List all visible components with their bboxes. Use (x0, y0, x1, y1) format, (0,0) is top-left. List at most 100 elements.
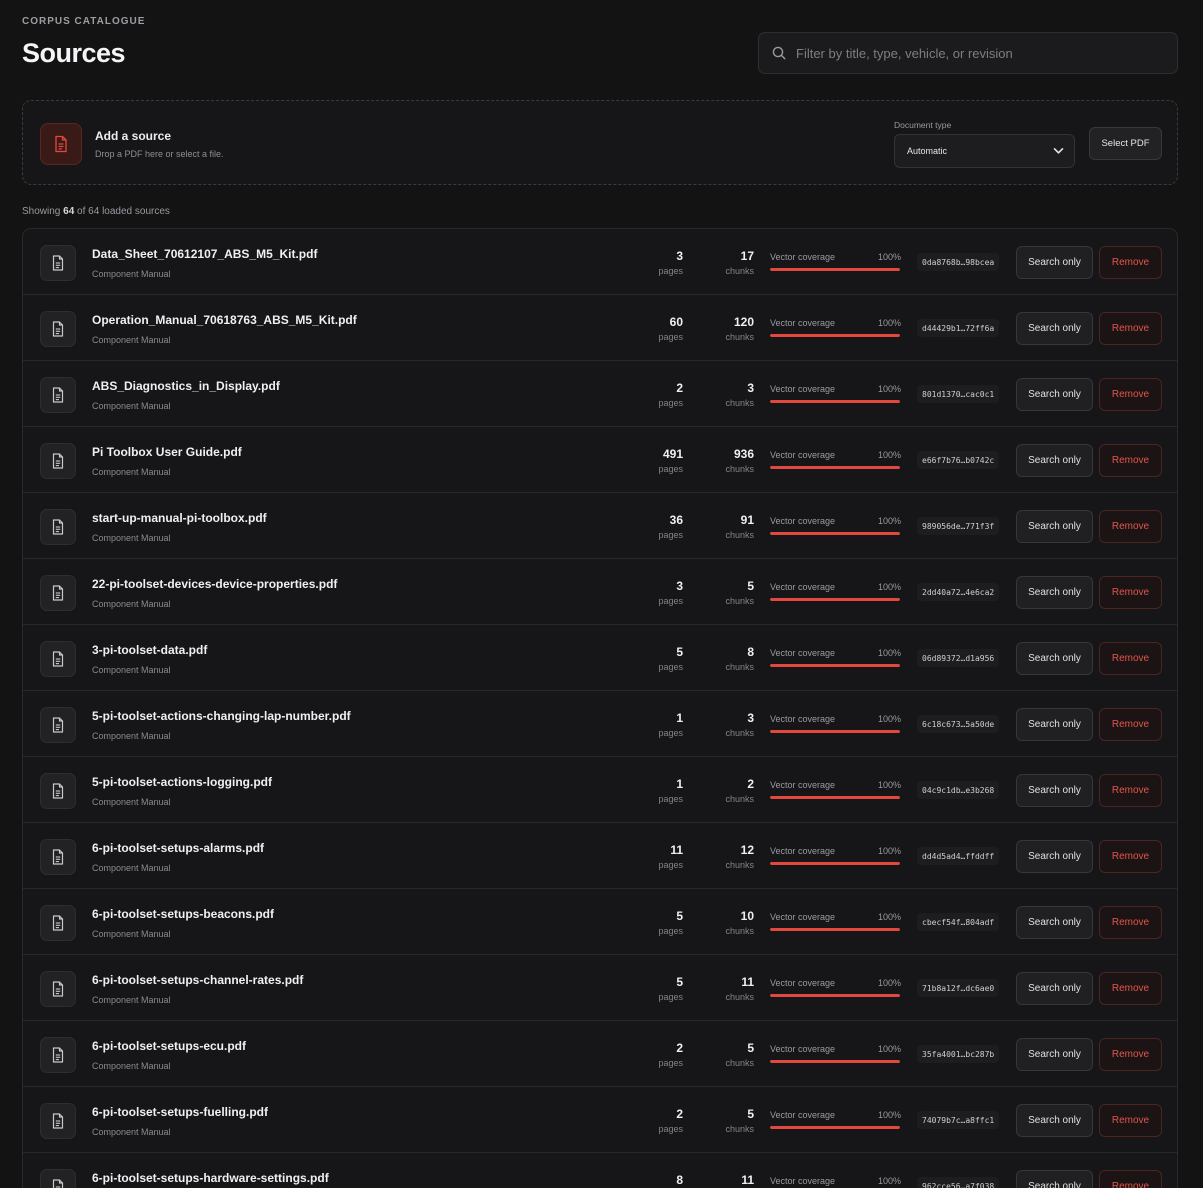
search-only-button[interactable]: Search only (1016, 708, 1093, 741)
vector-coverage-percent: 100% (878, 318, 902, 328)
vector-coverage-fill (770, 268, 900, 271)
document-icon (52, 651, 64, 667)
vector-coverage-fill (770, 1060, 900, 1063)
remove-button[interactable]: Remove (1099, 906, 1162, 939)
summary-middle: of (77, 206, 86, 217)
vector-coverage-bar (770, 928, 900, 931)
chunk-count-unit: chunks (725, 332, 754, 342)
remove-button[interactable]: Remove (1099, 444, 1162, 477)
search-only-button[interactable]: Search only (1016, 246, 1093, 279)
source-title: 6-pi-toolset-setups-alarms.pdf (92, 841, 265, 855)
document-icon (52, 1113, 64, 1129)
source-title: start-up-manual-pi-toolbox.pdf (92, 511, 267, 525)
chunk-count-value: 936 (733, 447, 754, 461)
vector-coverage-percent: 100% (878, 714, 902, 724)
chunk-count-unit: chunks (725, 398, 754, 408)
search-only-button[interactable]: Search only (1016, 972, 1093, 1005)
remove-button[interactable]: Remove (1099, 378, 1162, 411)
page-count: 60 pages (658, 315, 683, 342)
vector-coverage-percent: 100% (878, 648, 902, 658)
chunk-count-value: 8 (747, 645, 754, 659)
remove-button[interactable]: Remove (1099, 510, 1162, 543)
document-icon (52, 255, 64, 271)
source-row: Operation_Manual_70618763_ABS_M5_Kit.pdf… (23, 295, 1177, 361)
vector-coverage-fill (770, 532, 900, 535)
chunk-count-unit: chunks (725, 266, 754, 276)
source-row: 22-pi-toolset-devices-device-properties.… (23, 559, 1177, 625)
vector-coverage-bar (770, 1126, 900, 1129)
search-only-button[interactable]: Search only (1016, 312, 1093, 345)
search-only-button[interactable]: Search only (1016, 1038, 1093, 1071)
search-only-button[interactable]: Search only (1016, 510, 1093, 543)
vector-coverage-bar (770, 796, 900, 799)
source-title: 6-pi-toolset-setups-channel-rates.pdf (92, 973, 304, 987)
remove-button[interactable]: Remove (1099, 312, 1162, 345)
document-icon (52, 1047, 64, 1063)
source-title: 22-pi-toolset-devices-device-properties.… (92, 577, 338, 591)
chunk-count-unit: chunks (725, 860, 754, 870)
source-type: Component Manual (92, 995, 171, 1005)
remove-button[interactable]: Remove (1099, 840, 1162, 873)
chunk-count-unit: chunks (725, 794, 754, 804)
chunk-count: 11chunks (725, 1173, 754, 1188)
page-count-unit: pages (658, 332, 683, 342)
search-only-button[interactable]: Search only (1016, 1170, 1093, 1188)
source-type: Component Manual (92, 1061, 171, 1071)
vector-coverage-percent: 100% (878, 912, 902, 922)
chunk-count-unit: chunks (725, 596, 754, 606)
remove-button[interactable]: Remove (1099, 774, 1162, 807)
search-only-button[interactable]: Search only (1016, 774, 1093, 807)
vector-coverage-fill (770, 598, 900, 601)
remove-button[interactable]: Remove (1099, 972, 1162, 1005)
vector-coverage-fill (770, 796, 900, 799)
vector-coverage-percent: 100% (878, 1044, 902, 1054)
remove-button[interactable]: Remove (1099, 708, 1162, 741)
remove-button[interactable]: Remove (1099, 1170, 1162, 1188)
chunk-count: 5 chunks (725, 579, 754, 606)
vector-coverage-bar (770, 334, 900, 337)
remove-button[interactable]: Remove (1099, 642, 1162, 675)
chunk-count: 120 chunks (725, 315, 754, 342)
search-only-button[interactable]: Search only (1016, 444, 1093, 477)
source-file-icon-box (40, 245, 76, 281)
remove-button[interactable]: Remove (1099, 576, 1162, 609)
search-only-button[interactable]: Search only (1016, 840, 1093, 873)
page-count: 2 pages (658, 1041, 683, 1068)
page-count: 5 pages (658, 909, 683, 936)
vector-coverage-percent: 100% (878, 1176, 902, 1186)
search-box[interactable] (758, 32, 1178, 74)
page-count-unit: pages (658, 794, 683, 804)
document-icon (52, 915, 64, 931)
chunk-count-value: 5 (747, 579, 754, 593)
page-count-value: 5 (676, 975, 683, 989)
search-only-button[interactable]: Search only (1016, 1104, 1093, 1137)
document-type-select[interactable]: Automatic (894, 134, 1075, 168)
upload-title: Add a source (95, 129, 172, 143)
chunk-count-unit: chunks (725, 728, 754, 738)
select-pdf-button[interactable]: Select PDF (1089, 127, 1162, 160)
source-file-icon-box (40, 509, 76, 545)
remove-button[interactable]: Remove (1099, 1038, 1162, 1071)
search-only-button[interactable]: Search only (1016, 906, 1093, 939)
document-type-value: Automatic (907, 146, 948, 156)
chunk-count-value: 10 (740, 909, 754, 923)
chunk-count: 3 chunks (725, 711, 754, 738)
vector-coverage-bar (770, 400, 900, 403)
vector-coverage-percent: 100% (878, 846, 902, 856)
vector-coverage-label: Vector coverage (770, 912, 836, 922)
remove-button[interactable]: Remove (1099, 246, 1162, 279)
remove-button[interactable]: Remove (1099, 1104, 1162, 1137)
source-file-icon-box (40, 773, 76, 809)
upload-dropzone[interactable]: Add a source Drop a PDF here or select a… (22, 100, 1178, 185)
chunk-count-unit: chunks (725, 926, 754, 936)
page-count-value: 3 (676, 579, 683, 593)
search-only-button[interactable]: Search only (1016, 378, 1093, 411)
search-only-button[interactable]: Search only (1016, 642, 1093, 675)
search-only-button[interactable]: Search only (1016, 576, 1093, 609)
page-count-unit: pages (658, 266, 683, 276)
document-icon (52, 519, 64, 535)
search-input[interactable] (796, 45, 1177, 61)
chunk-count-value: 2 (747, 777, 754, 791)
page-count-value: 2 (676, 381, 683, 395)
vector-coverage-fill (770, 862, 900, 865)
